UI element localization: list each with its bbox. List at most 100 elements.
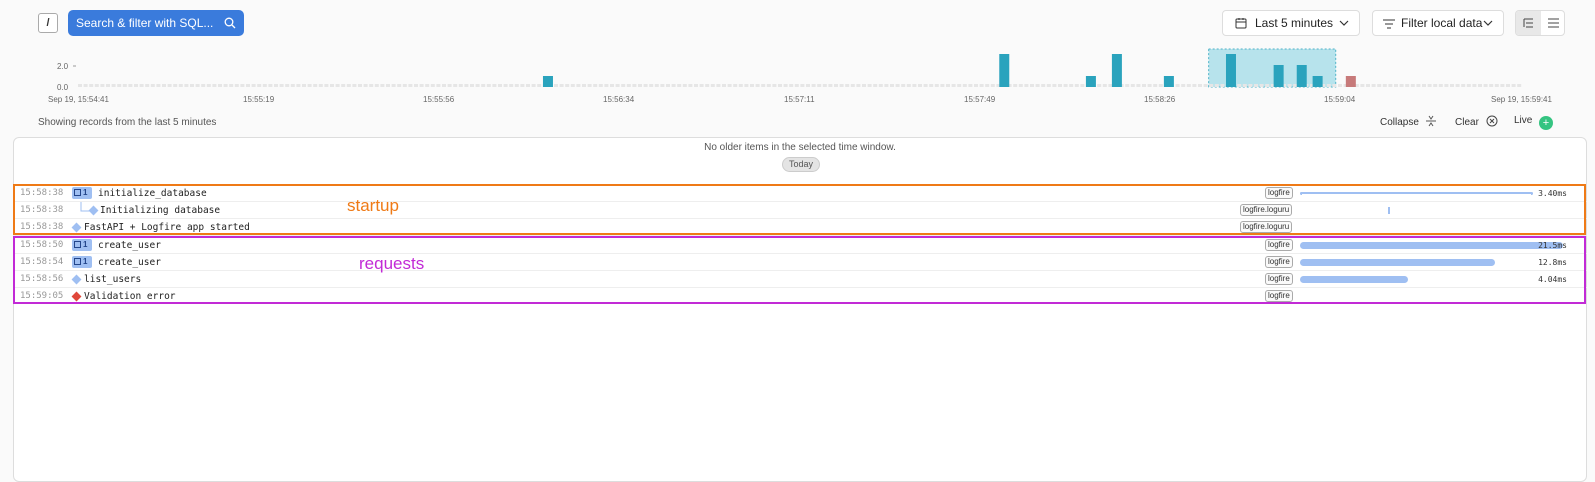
histogram-empty-bin: [643, 84, 648, 87]
records-range-text: Showing records from the last 5 minutes: [38, 117, 217, 128]
histogram-empty-bin: [1293, 84, 1298, 87]
histogram-empty-bin: [822, 84, 827, 87]
histogram-empty-bin: [1377, 84, 1382, 87]
collapse-button[interactable]: Collapse: [1380, 115, 1436, 128]
histogram-empty-bin: [246, 84, 250, 87]
histogram-empty-bin: [649, 84, 654, 87]
histogram-bar: [1225, 54, 1236, 87]
histogram-empty-bin: [766, 84, 771, 87]
histogram-empty-bin: [565, 84, 570, 87]
histogram-empty-bin: [369, 84, 374, 87]
histogram-empty-bin: [156, 84, 161, 87]
histogram-empty-bin: [789, 84, 794, 87]
histogram-empty-bin: [240, 84, 245, 87]
histogram-empty-bin: [1153, 84, 1158, 87]
histogram-empty-bin: [464, 84, 469, 87]
live-toggle-label[interactable]: Live: [1514, 115, 1532, 126]
collapse-label: Collapse: [1380, 117, 1419, 128]
histogram-empty-bin: [974, 84, 978, 87]
histogram-empty-bin: [1074, 84, 1079, 87]
histogram-empty-bin: [414, 84, 418, 87]
clear-button[interactable]: Clear: [1455, 115, 1498, 128]
histogram-empty-bin: [1058, 84, 1062, 87]
histogram-empty-bin: [274, 84, 278, 87]
histogram-bar: [1296, 65, 1307, 87]
histogram-empty-bin: [918, 84, 922, 87]
x-tick-label: Sep 19, 15:59:41: [1491, 95, 1552, 104]
histogram-empty-bin: [475, 84, 480, 87]
histogram-empty-bin: [1466, 84, 1471, 87]
histogram-empty-bin: [1422, 84, 1426, 87]
histogram-empty-bin: [576, 84, 581, 87]
histogram-bar: [1312, 76, 1323, 87]
histogram-empty-bin: [750, 84, 754, 87]
histogram-bar: [1111, 54, 1122, 87]
keyboard-shortcut-button[interactable]: /: [38, 13, 58, 33]
histogram-empty-bin: [178, 84, 183, 87]
filter-local-data-select[interactable]: Filter local data: [1372, 10, 1504, 36]
histogram-empty-bin: [341, 84, 346, 87]
histogram-empty-bin: [206, 84, 211, 87]
histogram-empty-bin: [806, 84, 810, 87]
histogram-empty-bin: [1063, 84, 1068, 87]
histogram-empty-bin: [1030, 84, 1034, 87]
histogram-empty-bin: [162, 84, 166, 87]
x-tick-label: 15:57:49: [964, 95, 996, 104]
histogram-empty-bin: [727, 84, 732, 87]
histogram-empty-bin: [1254, 84, 1258, 87]
histogram-empty-bin: [251, 84, 256, 87]
no-older-items-text: No older items in the selected time wind…: [704, 142, 896, 153]
histogram-empty-bin: [470, 84, 474, 87]
histogram-empty-bin: [688, 84, 693, 87]
histogram-empty-bin: [677, 84, 682, 87]
chevron-down-icon: [1339, 20, 1349, 26]
timeline-histogram[interactable]: 2.0 0.0 Sep 19, 15:54:41 15:55:19 15:55:…: [0, 46, 1595, 106]
histogram-empty-bin: [934, 84, 939, 87]
histogram-empty-bin: [901, 84, 906, 87]
histogram-empty-bin: [234, 84, 239, 87]
histogram-empty-bin: [363, 84, 368, 87]
histogram-empty-bin: [167, 84, 172, 87]
histogram-empty-bin: [380, 84, 385, 87]
histogram-empty-bin: [1382, 84, 1387, 87]
tree-view-button[interactable]: [1516, 11, 1541, 35]
histogram-empty-bin: [218, 84, 222, 87]
list-view-button[interactable]: [1541, 11, 1564, 35]
histogram-empty-bin: [1472, 84, 1477, 87]
histogram-empty-bin: [117, 84, 122, 87]
histogram-empty-bin: [1500, 84, 1505, 87]
filter-icon: [1383, 19, 1395, 29]
requests-annotation-label: requests: [359, 254, 425, 273]
histogram-empty-bin: [990, 84, 995, 87]
histogram-empty-bin: [313, 84, 318, 87]
histogram-empty-bin: [671, 84, 676, 87]
histogram-empty-bin: [1338, 84, 1342, 87]
histogram-empty-bin: [514, 84, 519, 87]
histogram-empty-bin: [402, 84, 407, 87]
histogram-empty-bin: [570, 84, 575, 87]
histogram-empty-bin: [386, 84, 390, 87]
histogram-empty-bin: [100, 84, 105, 87]
histogram-empty-bin: [1388, 84, 1393, 87]
histogram-empty-bin: [666, 84, 670, 87]
histogram-empty-bin: [1136, 84, 1141, 87]
histogram-empty-bin: [559, 84, 564, 87]
histogram-empty-bin: [1080, 84, 1085, 87]
histogram-empty-bin: [1478, 84, 1482, 87]
x-tick-label: 15:58:26: [1144, 95, 1176, 104]
histogram-empty-bin: [890, 84, 894, 87]
histogram-empty-bin: [1265, 84, 1270, 87]
histogram-empty-bin: [800, 84, 805, 87]
histogram-empty-bin: [772, 84, 777, 87]
time-range-select[interactable]: Last 5 minutes: [1222, 10, 1360, 36]
histogram-empty-bin: [979, 84, 984, 87]
histogram-empty-bin: [856, 84, 861, 87]
histogram-empty-bin: [1461, 84, 1466, 87]
clear-label: Clear: [1455, 117, 1479, 128]
histogram-bar: [1163, 76, 1174, 87]
histogram-empty-bin: [1394, 84, 1398, 87]
histogram-empty-bin: [481, 84, 486, 87]
histogram-empty-bin: [290, 84, 295, 87]
live-icon[interactable]: +: [1539, 116, 1553, 130]
search-button[interactable]: Search & filter with SQL...: [68, 10, 244, 36]
